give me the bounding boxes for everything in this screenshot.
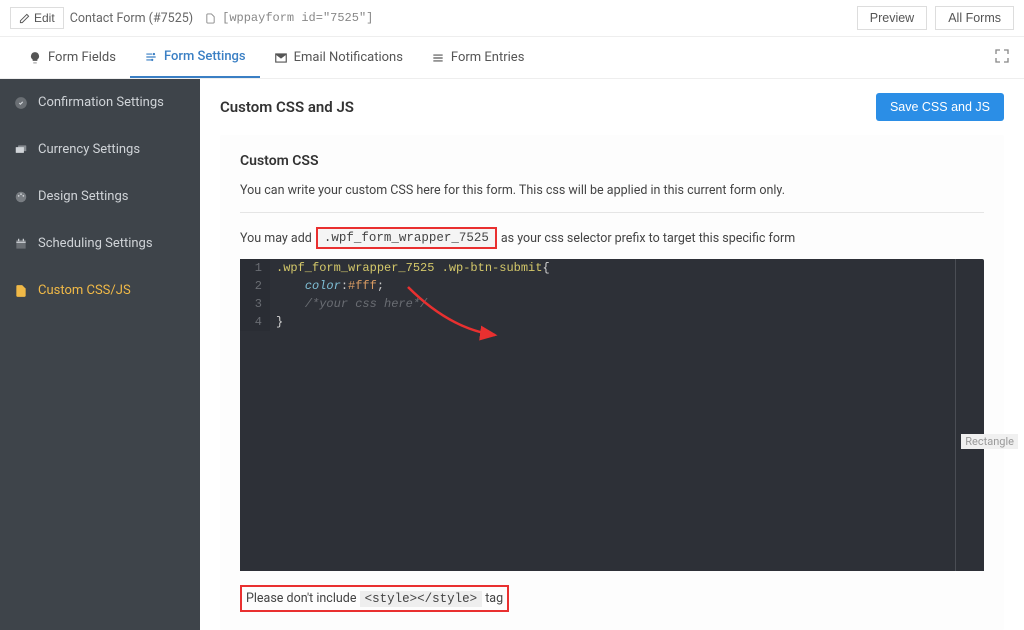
form-title: Contact Form (#7525) bbox=[70, 11, 193, 26]
editor-ruler bbox=[955, 259, 956, 571]
shortcode-text: [wppayform id="7525"] bbox=[222, 11, 373, 25]
note-code: <style></style> bbox=[360, 591, 483, 607]
css-editor[interactable]: 1.wpf_form_wrapper_7525 .wp-btn-submit{ … bbox=[240, 259, 984, 571]
main-tabs: Form Fields Form Settings Email Notifica… bbox=[0, 37, 1024, 79]
sidebar-item-label: Currency Settings bbox=[38, 142, 140, 157]
settings-sidebar: Confirmation Settings Currency Settings … bbox=[0, 79, 200, 630]
sidebar-item-design[interactable]: Design Settings bbox=[0, 173, 200, 220]
style-tag-note: Please don't include <style></style> tag bbox=[240, 585, 509, 612]
prefix-hint: You may add .wpf_form_wrapper_7525 as yo… bbox=[240, 227, 984, 249]
code-file-icon bbox=[14, 284, 28, 298]
currency-icon bbox=[14, 143, 28, 157]
sidebar-item-label: Design Settings bbox=[38, 189, 128, 204]
sidebar-item-label: Scheduling Settings bbox=[38, 236, 153, 251]
check-circle-icon bbox=[14, 96, 28, 110]
section-description: You can write your custom CSS here for t… bbox=[240, 183, 984, 198]
all-forms-button[interactable]: All Forms bbox=[935, 6, 1014, 30]
bulb-icon bbox=[28, 51, 42, 65]
tab-label: Email Notifications bbox=[294, 50, 403, 65]
file-icon bbox=[205, 13, 216, 24]
edit-button[interactable]: Edit bbox=[10, 7, 64, 29]
custom-css-section: Custom CSS You can write your custom CSS… bbox=[220, 135, 1004, 630]
tab-form-settings[interactable]: Form Settings bbox=[130, 37, 260, 78]
top-bar: Edit Contact Form (#7525) [wppayform id=… bbox=[0, 0, 1024, 37]
sidebar-item-label: Confirmation Settings bbox=[38, 95, 164, 110]
preview-button[interactable]: Preview bbox=[857, 6, 927, 30]
calendar-icon bbox=[14, 237, 28, 251]
pencil-icon bbox=[19, 13, 30, 24]
tab-form-entries[interactable]: Form Entries bbox=[417, 37, 539, 78]
rectangle-label: Rectangle bbox=[961, 434, 1018, 449]
list-icon bbox=[431, 51, 445, 65]
divider bbox=[240, 212, 984, 213]
sidebar-item-custom-css[interactable]: Custom CSS/JS bbox=[0, 267, 200, 314]
palette-icon bbox=[14, 190, 28, 204]
sidebar-item-label: Custom CSS/JS bbox=[38, 283, 131, 298]
edit-label: Edit bbox=[34, 11, 55, 25]
prefix-code-chip: .wpf_form_wrapper_7525 bbox=[316, 227, 497, 249]
page-title: Custom CSS and JS bbox=[220, 98, 354, 116]
content-area: Custom CSS and JS Save CSS and JS Custom… bbox=[200, 79, 1024, 630]
save-button[interactable]: Save CSS and JS bbox=[876, 93, 1004, 121]
expand-icon[interactable] bbox=[994, 48, 1010, 68]
sidebar-item-scheduling[interactable]: Scheduling Settings bbox=[0, 220, 200, 267]
tab-email-notifications[interactable]: Email Notifications bbox=[260, 37, 417, 78]
sidebar-item-currency[interactable]: Currency Settings bbox=[0, 126, 200, 173]
tab-label: Form Entries bbox=[451, 50, 525, 65]
envelope-icon bbox=[274, 51, 288, 65]
tab-form-fields[interactable]: Form Fields bbox=[14, 37, 130, 78]
sliders-icon bbox=[144, 50, 158, 64]
tab-label: Form Settings bbox=[164, 49, 246, 64]
tab-label: Form Fields bbox=[48, 50, 116, 65]
section-heading: Custom CSS bbox=[240, 153, 984, 169]
sidebar-item-confirmation[interactable]: Confirmation Settings bbox=[0, 79, 200, 126]
